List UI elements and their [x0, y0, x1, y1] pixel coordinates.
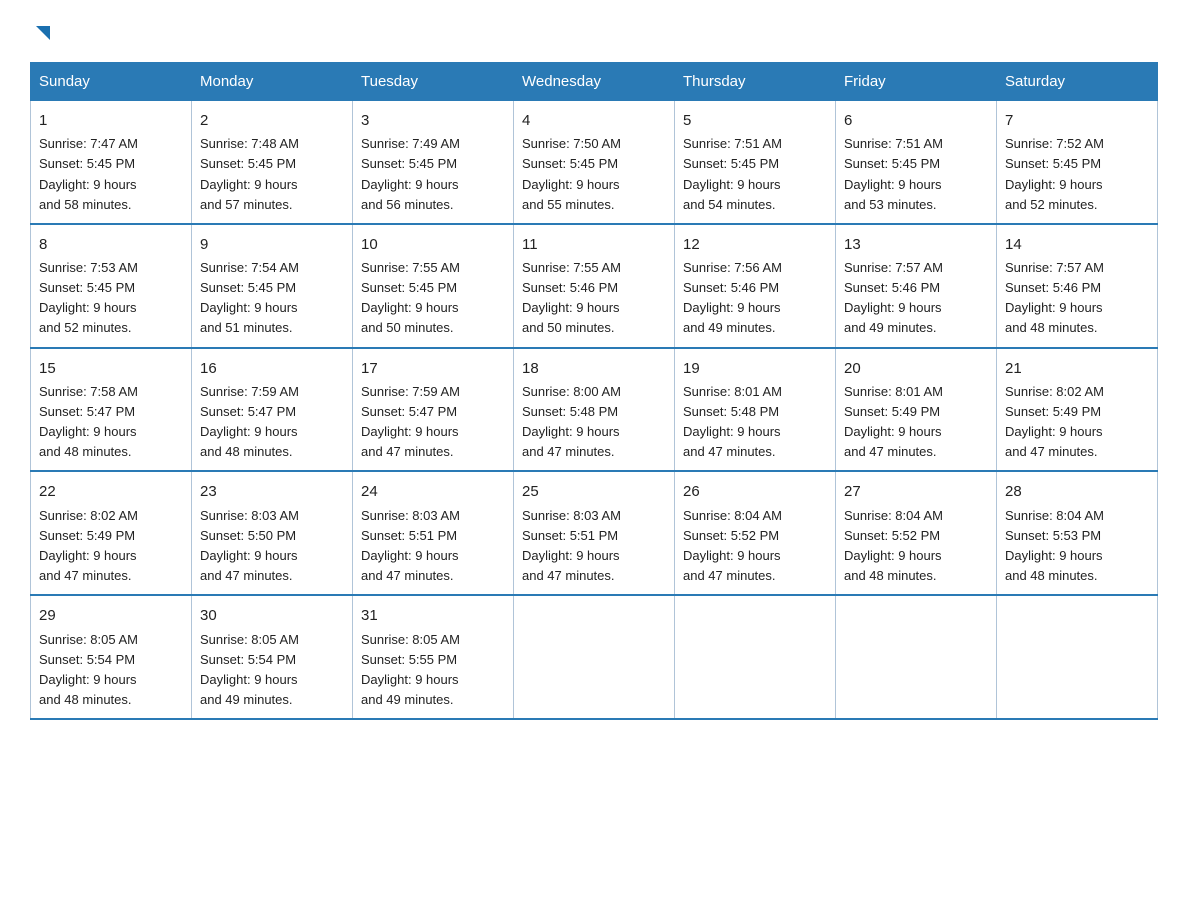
day-cell: 24Sunrise: 8:03 AMSunset: 5:51 PMDayligh…	[353, 471, 514, 595]
day-number: 29	[39, 604, 183, 627]
day-cell: 10Sunrise: 7:55 AMSunset: 5:45 PMDayligh…	[353, 224, 514, 348]
day-cell: 13Sunrise: 7:57 AMSunset: 5:46 PMDayligh…	[836, 224, 997, 348]
day-cell: 19Sunrise: 8:01 AMSunset: 5:48 PMDayligh…	[675, 348, 836, 472]
calendar-body: 1Sunrise: 7:47 AMSunset: 5:45 PMDaylight…	[31, 101, 1158, 720]
day-cell: 31Sunrise: 8:05 AMSunset: 5:55 PMDayligh…	[353, 595, 514, 719]
day-number: 2	[200, 109, 344, 132]
week-row-1: 1Sunrise: 7:47 AMSunset: 5:45 PMDaylight…	[31, 101, 1158, 224]
day-number: 31	[361, 604, 505, 627]
day-cell: 30Sunrise: 8:05 AMSunset: 5:54 PMDayligh…	[192, 595, 353, 719]
day-cell: 23Sunrise: 8:03 AMSunset: 5:50 PMDayligh…	[192, 471, 353, 595]
day-cell: 1Sunrise: 7:47 AMSunset: 5:45 PMDaylight…	[31, 101, 192, 224]
day-cell: 18Sunrise: 8:00 AMSunset: 5:48 PMDayligh…	[514, 348, 675, 472]
header-cell-wednesday: Wednesday	[514, 63, 675, 101]
day-cell: 7Sunrise: 7:52 AMSunset: 5:45 PMDaylight…	[997, 101, 1158, 224]
day-number: 28	[1005, 480, 1149, 503]
day-cell: 28Sunrise: 8:04 AMSunset: 5:53 PMDayligh…	[997, 471, 1158, 595]
header-cell-friday: Friday	[836, 63, 997, 101]
day-cell: 6Sunrise: 7:51 AMSunset: 5:45 PMDaylight…	[836, 101, 997, 224]
day-cell: 15Sunrise: 7:58 AMSunset: 5:47 PMDayligh…	[31, 348, 192, 472]
day-cell: 16Sunrise: 7:59 AMSunset: 5:47 PMDayligh…	[192, 348, 353, 472]
day-cell: 22Sunrise: 8:02 AMSunset: 5:49 PMDayligh…	[31, 471, 192, 595]
day-cell: 27Sunrise: 8:04 AMSunset: 5:52 PMDayligh…	[836, 471, 997, 595]
day-number: 4	[522, 109, 666, 132]
day-number: 1	[39, 109, 183, 132]
day-number: 24	[361, 480, 505, 503]
week-row-4: 22Sunrise: 8:02 AMSunset: 5:49 PMDayligh…	[31, 471, 1158, 595]
day-cell: 14Sunrise: 7:57 AMSunset: 5:46 PMDayligh…	[997, 224, 1158, 348]
page-header	[30, 20, 1158, 44]
header-cell-thursday: Thursday	[675, 63, 836, 101]
day-cell	[675, 595, 836, 719]
logo	[30, 20, 54, 44]
day-cell: 21Sunrise: 8:02 AMSunset: 5:49 PMDayligh…	[997, 348, 1158, 472]
day-cell	[997, 595, 1158, 719]
day-number: 15	[39, 357, 183, 380]
day-cell: 4Sunrise: 7:50 AMSunset: 5:45 PMDaylight…	[514, 101, 675, 224]
day-cell: 3Sunrise: 7:49 AMSunset: 5:45 PMDaylight…	[353, 101, 514, 224]
day-cell: 25Sunrise: 8:03 AMSunset: 5:51 PMDayligh…	[514, 471, 675, 595]
header-cell-monday: Monday	[192, 63, 353, 101]
day-number: 30	[200, 604, 344, 627]
day-number: 26	[683, 480, 827, 503]
day-number: 23	[200, 480, 344, 503]
day-cell: 5Sunrise: 7:51 AMSunset: 5:45 PMDaylight…	[675, 101, 836, 224]
day-cell: 17Sunrise: 7:59 AMSunset: 5:47 PMDayligh…	[353, 348, 514, 472]
day-number: 11	[522, 233, 666, 256]
header-row: SundayMondayTuesdayWednesdayThursdayFrid…	[31, 63, 1158, 101]
day-number: 5	[683, 109, 827, 132]
day-number: 16	[200, 357, 344, 380]
calendar-header: SundayMondayTuesdayWednesdayThursdayFrid…	[31, 63, 1158, 101]
calendar-table: SundayMondayTuesdayWednesdayThursdayFrid…	[30, 62, 1158, 720]
week-row-5: 29Sunrise: 8:05 AMSunset: 5:54 PMDayligh…	[31, 595, 1158, 719]
day-number: 7	[1005, 109, 1149, 132]
day-cell: 8Sunrise: 7:53 AMSunset: 5:45 PMDaylight…	[31, 224, 192, 348]
day-cell	[514, 595, 675, 719]
header-cell-saturday: Saturday	[997, 63, 1158, 101]
day-number: 20	[844, 357, 988, 380]
day-number: 12	[683, 233, 827, 256]
day-number: 19	[683, 357, 827, 380]
day-cell: 20Sunrise: 8:01 AMSunset: 5:49 PMDayligh…	[836, 348, 997, 472]
logo-arrow-icon	[32, 22, 54, 44]
day-cell: 29Sunrise: 8:05 AMSunset: 5:54 PMDayligh…	[31, 595, 192, 719]
day-cell: 2Sunrise: 7:48 AMSunset: 5:45 PMDaylight…	[192, 101, 353, 224]
day-number: 9	[200, 233, 344, 256]
day-number: 25	[522, 480, 666, 503]
day-cell: 12Sunrise: 7:56 AMSunset: 5:46 PMDayligh…	[675, 224, 836, 348]
day-cell: 26Sunrise: 8:04 AMSunset: 5:52 PMDayligh…	[675, 471, 836, 595]
day-cell: 9Sunrise: 7:54 AMSunset: 5:45 PMDaylight…	[192, 224, 353, 348]
day-number: 13	[844, 233, 988, 256]
day-number: 17	[361, 357, 505, 380]
day-number: 21	[1005, 357, 1149, 380]
week-row-2: 8Sunrise: 7:53 AMSunset: 5:45 PMDaylight…	[31, 224, 1158, 348]
day-number: 8	[39, 233, 183, 256]
header-cell-sunday: Sunday	[31, 63, 192, 101]
day-cell: 11Sunrise: 7:55 AMSunset: 5:46 PMDayligh…	[514, 224, 675, 348]
week-row-3: 15Sunrise: 7:58 AMSunset: 5:47 PMDayligh…	[31, 348, 1158, 472]
header-cell-tuesday: Tuesday	[353, 63, 514, 101]
day-number: 10	[361, 233, 505, 256]
day-cell	[836, 595, 997, 719]
day-number: 22	[39, 480, 183, 503]
day-number: 18	[522, 357, 666, 380]
day-number: 14	[1005, 233, 1149, 256]
day-number: 6	[844, 109, 988, 132]
day-number: 3	[361, 109, 505, 132]
day-number: 27	[844, 480, 988, 503]
